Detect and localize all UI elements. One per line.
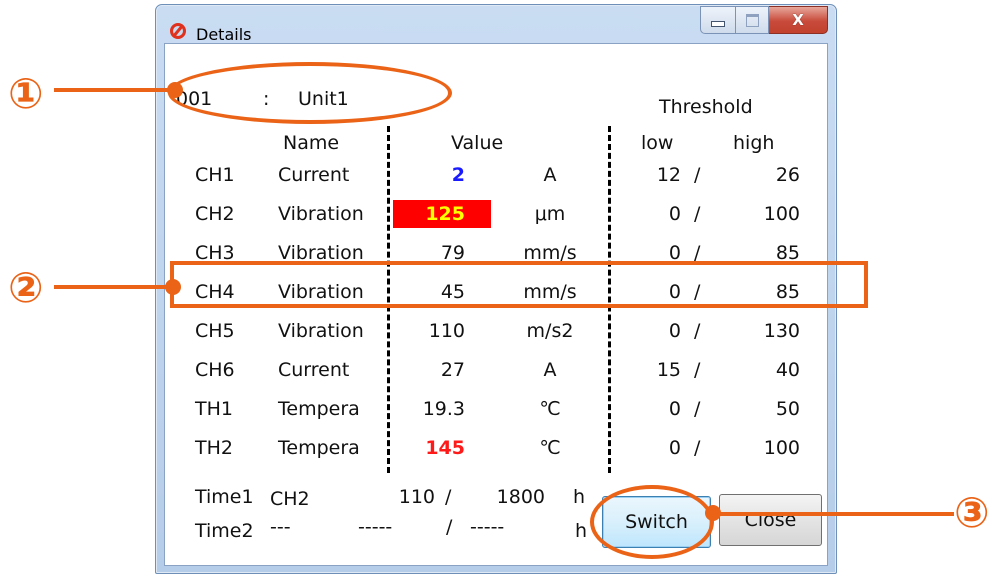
time2-label: Time2 — [195, 520, 254, 542]
threshold-high: 40 — [775, 359, 800, 381]
channel-name: Vibration — [278, 320, 364, 342]
time2-current: ----- — [358, 516, 393, 538]
time1-current: 110 — [398, 486, 435, 508]
channel-value: 27 — [440, 359, 465, 381]
threshold-high: 100 — [763, 203, 800, 225]
window-close-button[interactable]: X — [769, 6, 828, 34]
annotation-1-number: ① — [8, 69, 44, 118]
threshold-separator: / — [694, 437, 701, 459]
threshold-separator: / — [694, 398, 701, 420]
threshold-low: 12 — [656, 164, 681, 186]
threshold-label: Threshold — [659, 96, 753, 118]
maximize-icon — [745, 13, 759, 27]
channel-name: Vibration — [278, 203, 364, 225]
channel-unit: ℃ — [539, 437, 561, 459]
channel-unit: ℃ — [539, 398, 561, 420]
threshold-separator: / — [694, 320, 701, 342]
time1-limit: 1800 — [496, 486, 545, 508]
time1-unit: h — [573, 486, 586, 508]
channel-id: CH2 — [195, 203, 235, 225]
channel-value: 125 — [425, 203, 465, 225]
time1-label: Time1 — [195, 486, 254, 508]
close-button[interactable]: Close — [719, 494, 822, 546]
header-value: Value — [451, 132, 504, 154]
close-icon: X — [792, 11, 804, 29]
channel-unit: A — [543, 164, 557, 186]
window-title: Details — [196, 25, 252, 44]
channel-name: Tempera — [278, 437, 360, 459]
channel-name: Tempera — [278, 398, 360, 420]
threshold-high: 26 — [775, 164, 800, 186]
threshold-low: 0 — [668, 398, 681, 420]
threshold-low: 15 — [656, 359, 681, 381]
annotation-1-ellipse — [168, 62, 452, 124]
channel-value: 19.3 — [422, 398, 465, 420]
threshold-low: 0 — [668, 320, 681, 342]
channel-value: 2 — [451, 164, 465, 186]
time2-separator: / — [446, 516, 453, 538]
channel-id: TH2 — [195, 437, 233, 459]
header-low: low — [641, 132, 674, 154]
annotation-2-leader — [54, 285, 172, 289]
threshold-separator: / — [694, 203, 701, 225]
channel-unit: μm — [534, 203, 566, 225]
channel-name: Current — [278, 359, 350, 381]
minimize-button[interactable] — [700, 6, 736, 34]
annotation-2-number: ② — [8, 263, 44, 312]
annotation-3-number: ③ — [954, 488, 990, 537]
annotation-1-leader — [54, 88, 174, 92]
app-logo-icon — [170, 23, 186, 39]
header-high: high — [733, 132, 775, 154]
channel-unit: m/s2 — [526, 320, 574, 342]
channel-unit: A — [543, 359, 557, 381]
maximize-button[interactable] — [736, 6, 769, 34]
caption-buttons: X — [700, 6, 828, 34]
annotation-2-box — [170, 261, 868, 308]
channel-id: TH1 — [195, 398, 233, 420]
annotation-3-leader — [712, 512, 954, 516]
channel-id: CH5 — [195, 320, 235, 342]
time2-unit: h — [575, 520, 588, 542]
threshold-low: 0 — [668, 203, 681, 225]
threshold-high: 130 — [763, 320, 800, 342]
time2-channel: --- — [270, 516, 291, 538]
channel-id: CH6 — [195, 359, 235, 381]
header-name: Name — [283, 132, 340, 154]
time1-channel: CH2 — [270, 488, 310, 510]
channel-value: 110 — [428, 320, 465, 342]
threshold-high: 100 — [763, 437, 800, 459]
minimize-icon — [711, 21, 725, 27]
channel-id: CH1 — [195, 164, 235, 186]
threshold-low: 0 — [668, 437, 681, 459]
time2-limit: ----- — [470, 516, 505, 538]
annotation-3-ellipse — [590, 485, 714, 559]
threshold-separator: / — [694, 359, 701, 381]
threshold-high: 50 — [775, 398, 800, 420]
time1-separator: / — [445, 486, 452, 508]
channel-value: 145 — [425, 437, 465, 459]
channel-name: Current — [278, 164, 350, 186]
threshold-separator: / — [694, 164, 701, 186]
title-bar[interactable]: Details X — [156, 5, 836, 44]
